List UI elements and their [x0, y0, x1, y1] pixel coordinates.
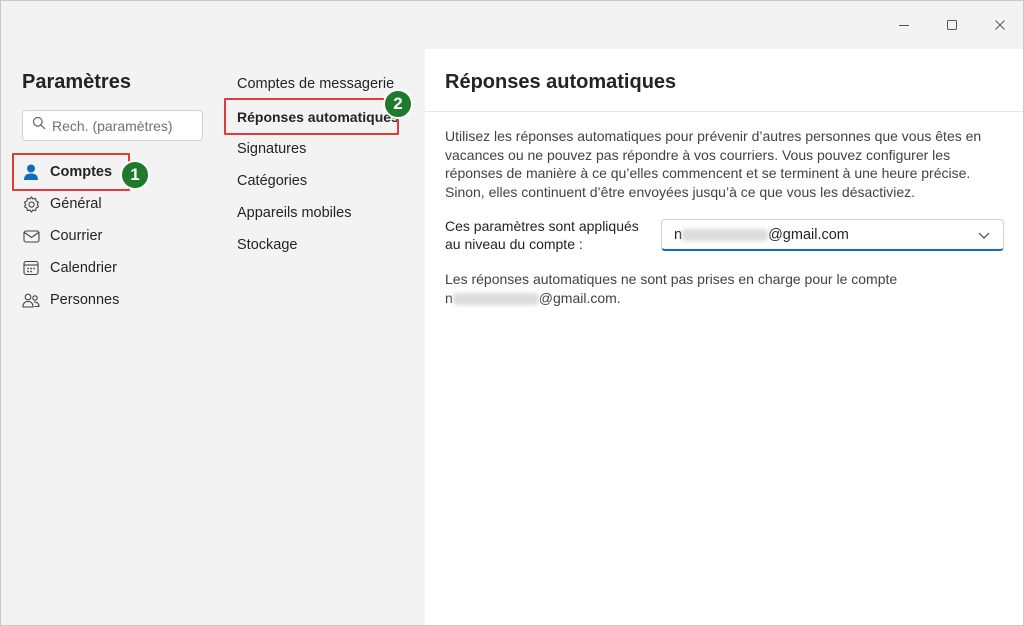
minimize-icon — [898, 19, 910, 31]
account-value-prefix: n — [674, 226, 683, 243]
sidebar-item-general[interactable]: Général — [22, 190, 202, 218]
content-pane: Réponses automatiques Utilisez les répon… — [425, 49, 1023, 625]
sidebar-item-label: Calendrier — [50, 260, 117, 276]
title-bar — [1, 1, 1023, 49]
subnav-item-stockage[interactable]: Stockage — [237, 233, 297, 257]
account-value-suffix: @gmail.com — [768, 226, 849, 243]
settings-sidebar: Paramètres Comptes Général Courrier — [1, 49, 223, 625]
note-line1: Les réponses automatiques ne sont pas pr… — [445, 271, 898, 287]
redacted-note-account — [452, 293, 539, 306]
step-badge-2: 2 — [383, 89, 413, 119]
page-title: Réponses automatiques — [445, 71, 677, 93]
people-icon — [22, 291, 40, 309]
settings-subnav: Comptes de messagerie Réponses automatiq… — [223, 49, 425, 625]
sidebar-item-calendrier[interactable]: Calendrier — [22, 254, 202, 282]
sidebar-title: Paramètres — [22, 71, 131, 93]
subnav-item-comptes-messagerie[interactable]: Comptes de messagerie — [237, 72, 394, 96]
subnav-item-categories[interactable]: Catégories — [237, 169, 307, 193]
account-dropdown[interactable]: n @gmail.com — [661, 219, 1004, 251]
search-icon — [32, 116, 46, 135]
calendar-icon — [22, 259, 40, 277]
redacted-account-name — [682, 228, 769, 241]
highlight-comptes — [12, 153, 130, 191]
subnav-item-signatures[interactable]: Signatures — [237, 137, 306, 161]
sidebar-item-label: Courrier — [50, 228, 103, 244]
settings-search-input[interactable] — [52, 117, 192, 134]
sidebar-item-courrier[interactable]: Courrier — [22, 222, 202, 250]
highlight-reponses-automatiques — [224, 98, 399, 135]
note-prefix: n — [445, 290, 453, 306]
sidebar-item-label: Général — [50, 196, 102, 212]
maximize-icon — [946, 19, 958, 31]
settings-search-box[interactable] — [22, 110, 203, 141]
sidebar-item-label: Personnes — [50, 292, 120, 308]
close-icon — [994, 19, 1006, 31]
subnav-item-appareils-mobiles[interactable]: Appareils mobiles — [237, 201, 351, 225]
mail-icon — [22, 227, 40, 245]
unsupported-account-note: Les réponses automatiques ne sont pas pr… — [445, 270, 1005, 308]
account-scope-label: Ces paramètres sont appliqués au niveau … — [445, 218, 639, 252]
gear-icon — [22, 195, 40, 213]
auto-reply-description: Utilisez les réponses automatiques pour … — [445, 128, 982, 200]
sidebar-item-personnes[interactable]: Personnes — [22, 286, 202, 314]
title-divider — [425, 111, 1023, 112]
settings-window: Paramètres Comptes Général Courrier — [0, 0, 1024, 626]
note-suffix: @gmail.com. — [538, 290, 621, 306]
minimize-button[interactable] — [892, 13, 916, 37]
close-button[interactable] — [988, 13, 1012, 37]
chevron-down-icon — [977, 228, 991, 246]
maximize-button[interactable] — [940, 13, 964, 37]
step-badge-1: 1 — [120, 160, 150, 190]
